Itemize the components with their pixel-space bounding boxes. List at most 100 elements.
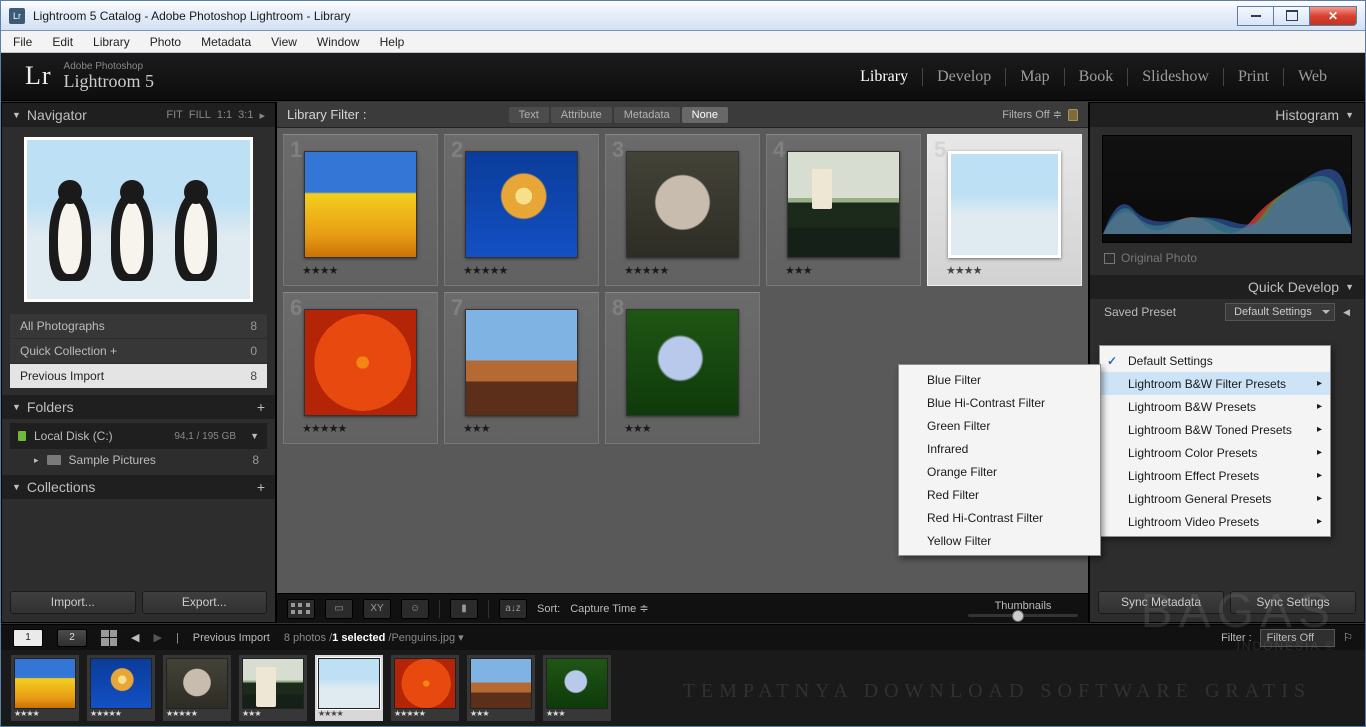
filmstrip-filter-dropdown[interactable]: Filters Off [1260, 629, 1335, 647]
module-library[interactable]: Library [846, 68, 923, 86]
grid-cell[interactable]: 1★★★★ [283, 134, 438, 286]
nav-zoom-fit[interactable]: FIT [166, 109, 183, 122]
sort-direction-icon[interactable]: a↓z [499, 599, 527, 619]
menu-item[interactable]: Green Filter [899, 414, 1100, 437]
menu-item[interactable]: Blue Filter [899, 368, 1100, 391]
menu-window[interactable]: Window [309, 33, 368, 51]
rating-stars[interactable]: ★★★★★ [453, 264, 590, 277]
minimize-button[interactable] [1237, 6, 1274, 26]
filmstrip-cell[interactable]: ★★★ [467, 655, 535, 721]
sync-metadata-button[interactable]: Sync Metadata [1098, 591, 1224, 614]
quick-develop-header[interactable]: Quick Develop▼ [1090, 275, 1364, 299]
grid-cell[interactable]: 7★★★ [444, 292, 599, 444]
navigator-preview[interactable] [2, 127, 275, 308]
menu-item[interactable]: Lightroom B&W Presets [1100, 395, 1330, 418]
menu-help[interactable]: Help [372, 33, 413, 51]
painter-icon[interactable]: ▮ [450, 599, 478, 619]
catalog-item[interactable]: Previous Import8 [10, 364, 267, 388]
filmstrip-cell[interactable]: ★★★ [543, 655, 611, 721]
menu-item[interactable]: Yellow Filter [899, 529, 1100, 552]
navigator-header[interactable]: ▼ Navigator FITFILL1:13:1▸ [2, 103, 275, 127]
filmstrip-cell[interactable]: ★★★★★ [163, 655, 231, 721]
rating-stars[interactable]: ★★★★★ [614, 264, 751, 277]
people-view-icon[interactable]: ☺ [401, 599, 429, 619]
grid-cell[interactable]: 4★★★ [766, 134, 921, 286]
module-map[interactable]: Map [1006, 68, 1064, 86]
collections-header[interactable]: ▼ Collections + [2, 475, 275, 499]
grid-view-icon[interactable] [287, 599, 315, 619]
catalog-item[interactable]: All Photographs8 [10, 314, 267, 338]
module-book[interactable]: Book [1065, 68, 1129, 86]
saved-preset-dropdown[interactable]: Default Settings [1225, 303, 1335, 321]
grid-cell[interactable]: 5★★★★ [927, 134, 1082, 286]
grid-icon[interactable] [101, 630, 117, 646]
menu-edit[interactable]: Edit [44, 33, 81, 51]
chevron-right-icon[interactable]: ▸ [259, 109, 265, 122]
collapse-icon[interactable]: ◀ [1343, 307, 1350, 318]
primary-display-button[interactable]: 1 [13, 629, 43, 647]
nav-zoom-3-1[interactable]: 3:1 [238, 109, 253, 122]
module-print[interactable]: Print [1224, 68, 1284, 86]
filmstrip-cell[interactable]: ★★★★ [315, 655, 383, 721]
sync-settings-button[interactable]: Sync Settings [1230, 591, 1356, 614]
menu-library[interactable]: Library [85, 33, 138, 51]
menu-item[interactable]: Lightroom General Presets [1100, 487, 1330, 510]
close-button[interactable] [1309, 6, 1357, 26]
menu-item[interactable]: Red Filter [899, 483, 1100, 506]
filter-seg-metadata[interactable]: Metadata [614, 107, 680, 123]
breadcrumb[interactable]: Previous Import [193, 632, 270, 644]
rating-stars[interactable]: ★★★★ [936, 264, 1073, 277]
menu-item[interactable]: Red Hi-Contrast Filter [899, 506, 1100, 529]
filter-seg-text[interactable]: Text [509, 107, 549, 123]
filmstrip-cell[interactable]: ★★★★★ [391, 655, 459, 721]
secondary-display-button[interactable]: 2 [57, 629, 87, 647]
flag-icon[interactable]: ⚐ [1343, 631, 1353, 644]
menu-photo[interactable]: Photo [142, 33, 189, 51]
disk-row[interactable]: Local Disk (C:) 94,1 / 195 GB ▼ [10, 423, 267, 449]
nav-zoom-1-1[interactable]: 1:1 [217, 109, 232, 122]
menu-metadata[interactable]: Metadata [193, 33, 259, 51]
menu-file[interactable]: File [5, 33, 40, 51]
catalog-item[interactable]: Quick Collection +0 [10, 339, 267, 363]
module-develop[interactable]: Develop [923, 68, 1006, 86]
chevron-down-icon[interactable]: ▼ [250, 431, 259, 441]
maximize-button[interactable] [1273, 6, 1310, 26]
filmstrip-cell[interactable]: ★★★★ [11, 655, 79, 721]
filmstrip-cell[interactable]: ★★★★★ [87, 655, 155, 721]
menu-item[interactable]: Lightroom Color Presets [1100, 441, 1330, 464]
grid-cell[interactable]: 8★★★ [605, 292, 760, 444]
rating-stars[interactable]: ★★★★★ [292, 422, 429, 435]
module-slideshow[interactable]: Slideshow [1128, 68, 1224, 86]
menu-item[interactable]: Infrared [899, 437, 1100, 460]
survey-view-icon[interactable]: XY [363, 599, 391, 619]
rating-stars[interactable]: ★★★★ [292, 264, 429, 277]
filmstrip-cell[interactable]: ★★★ [239, 655, 307, 721]
menu-view[interactable]: View [263, 33, 305, 51]
folders-header[interactable]: ▼ Folders + [2, 395, 275, 419]
sort-dropdown[interactable]: Capture Time ≑ [570, 602, 648, 615]
menu-item[interactable]: Lightroom Effect Presets [1100, 464, 1330, 487]
folder-item[interactable]: ▸Sample Pictures8 [10, 449, 267, 471]
lock-icon[interactable] [1068, 109, 1078, 121]
menu-item[interactable]: Orange Filter [899, 460, 1100, 483]
original-photo-checkbox[interactable] [1104, 253, 1115, 264]
forward-icon[interactable]: ▶ [153, 631, 161, 644]
menu-item[interactable]: Blue Hi-Contrast Filter [899, 391, 1100, 414]
module-web[interactable]: Web [1284, 68, 1341, 86]
menu-item[interactable]: Lightroom B&W Filter Presets [1100, 372, 1330, 395]
back-icon[interactable]: ◀ [131, 631, 139, 644]
rating-stars[interactable]: ★★★ [614, 422, 751, 435]
filter-seg-none[interactable]: None [682, 107, 728, 123]
plus-icon[interactable]: + [257, 479, 265, 495]
filters-off-dropdown[interactable]: Filters Off ≑ [1002, 108, 1062, 121]
grid-cell[interactable]: 3★★★★★ [605, 134, 760, 286]
menu-item[interactable]: Lightroom B&W Toned Presets [1100, 418, 1330, 441]
nav-zoom-fill[interactable]: FILL [189, 109, 211, 122]
plus-icon[interactable]: + [257, 399, 265, 415]
histogram-header[interactable]: Histogram▼ [1090, 103, 1364, 127]
grid-cell[interactable]: 6★★★★★ [283, 292, 438, 444]
import-button[interactable]: Import... [10, 591, 136, 614]
thumbnail-size-slider[interactable] [968, 614, 1078, 617]
menu-item[interactable]: Lightroom Video Presets [1100, 510, 1330, 533]
export-button[interactable]: Export... [142, 591, 268, 614]
